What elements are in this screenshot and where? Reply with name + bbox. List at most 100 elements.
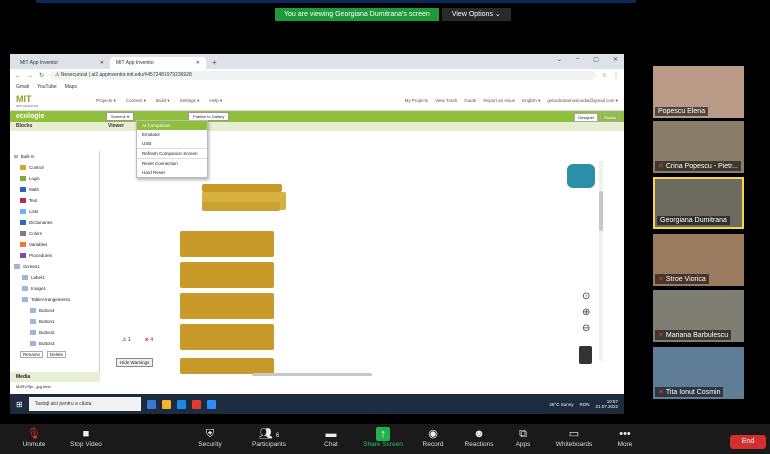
menu-refresh-companion[interactable]: Refresh Companion Screen [137, 148, 207, 158]
reload-icon[interactable]: ↻ [39, 72, 44, 79]
backpack-icon[interactable] [567, 164, 595, 188]
close-icon[interactable]: ✕ [196, 60, 200, 66]
folder-icon[interactable] [161, 399, 171, 409]
menu-projects[interactable]: Projects ▾ [96, 98, 116, 104]
more-button[interactable]: ••• More [612, 427, 638, 448]
blocks-workspace[interactable]: ⊙ ⊕ ⊖ ⚠ 1 ⊗ 4 Hide Warnings [102, 151, 622, 382]
view-options-button[interactable]: View Options ⌄ [441, 8, 511, 21]
language-label[interactable]: RON [579, 402, 589, 407]
edge-icon[interactable] [176, 399, 186, 409]
component-item[interactable]: TableArrangement1 [10, 294, 99, 305]
builtin-drawer-item[interactable]: Lists [10, 206, 99, 217]
builtin-tree[interactable]: ⊟ Built-in [10, 151, 99, 162]
menu-hard-reset[interactable]: Hard Reset [137, 168, 207, 177]
language-select[interactable]: English ▾ [522, 98, 540, 104]
browser-tab-active[interactable]: MIT App Inventor ✕ [110, 57, 206, 69]
clock[interactable]: 10:57 21.07.2022 [595, 399, 618, 409]
event-block[interactable] [202, 184, 282, 192]
builtin-drawer-item[interactable]: Colors [10, 228, 99, 239]
component-item[interactable]: Button1 [10, 316, 99, 327]
chevron-down-icon[interactable]: ⌄ [557, 56, 562, 63]
builtin-drawer-item[interactable]: Dictionaries [10, 217, 99, 228]
apps-button[interactable]: ⧉ Apps [510, 427, 536, 448]
minimize-icon[interactable]: – [576, 56, 579, 63]
trash-icon[interactable] [579, 346, 592, 364]
browser-tab[interactable]: MIT App Inventor ✕ [14, 57, 110, 69]
participant-tile[interactable]: ✕ Stroe Viorica [653, 234, 744, 286]
builtin-drawer-item[interactable]: Procedures [10, 250, 99, 261]
builtin-drawer-item[interactable]: Text [10, 195, 99, 206]
builtin-drawer-item[interactable]: Math [10, 184, 99, 195]
component-item[interactable]: Screen1 [10, 261, 99, 272]
component-item[interactable]: Image1 [10, 283, 99, 294]
record-button[interactable]: ◉ Record [418, 427, 448, 448]
delete-button[interactable]: Delete [47, 351, 67, 358]
event-block[interactable] [180, 262, 274, 288]
new-tab-button[interactable]: + [206, 57, 223, 69]
share-screen-button[interactable]: ↑ Share Screen [360, 427, 406, 448]
vertical-scrollbar[interactable] [599, 161, 603, 361]
chat-button[interactable]: ▬ Chat [316, 427, 346, 448]
menu-dots-icon[interactable]: ⋮ [613, 72, 619, 79]
star-icon[interactable]: ☆ [602, 72, 607, 79]
participant-tile[interactable]: Popescu Elena [653, 66, 744, 118]
horizontal-scrollbar[interactable] [252, 373, 372, 376]
target-icon[interactable]: ⊙ [582, 289, 590, 305]
menu-connect[interactable]: Connect ▾ [126, 98, 146, 104]
menu-ai-companion[interactable]: AI Companion [137, 121, 207, 130]
bookmark-maps[interactable]: Maps [65, 84, 77, 90]
reactions-button[interactable]: ☻ Reactions [460, 427, 498, 448]
menu-emulator[interactable]: Emulator [137, 130, 207, 139]
weather-label[interactable]: 26°C Sunny [549, 402, 573, 407]
event-block[interactable] [180, 324, 274, 350]
component-item[interactable]: Button3 [10, 338, 99, 349]
builtin-drawer-item[interactable]: Control [10, 162, 99, 173]
participant-tile-speaking[interactable]: Georgiana Dumitrana [653, 177, 744, 229]
blocks-button[interactable]: Blocks [600, 113, 620, 122]
zoom-in-icon[interactable]: ⊕ [582, 305, 590, 321]
builtin-drawer-item[interactable]: Variables [10, 239, 99, 250]
participant-tile[interactable]: ✕ Tita Ionut Cosmin [653, 347, 744, 399]
taskbar-search[interactable]: Tastați aici pentru a căuta [28, 397, 141, 411]
bookmark-gmail[interactable]: Gmail [16, 84, 29, 90]
open-screen-block[interactable] [202, 202, 280, 211]
address-bar[interactable]: ⚠ Nesecurizat | ai2.appinventor.mit.edu/… [50, 71, 596, 80]
zoom-out-icon[interactable]: ⊖ [582, 321, 590, 337]
participants-button[interactable]: 👥︎ 6 Participants [246, 427, 292, 448]
account-menu[interactable]: gebodnaramusiuodia@gmail.com ▾ [547, 98, 618, 104]
designer-button[interactable]: Designer [574, 113, 599, 122]
participant-tile[interactable]: ✕ Crina Popescu - Pietr... [653, 121, 744, 173]
menu-help[interactable]: Help ▾ [209, 98, 222, 104]
bookmark-youtube[interactable]: YouTube [37, 84, 57, 90]
hide-warnings-button[interactable]: Hide Warnings [116, 358, 154, 367]
component-item[interactable]: Button2 [10, 327, 99, 338]
report-issue-link[interactable]: Report an Issue [483, 98, 515, 104]
participant-tile[interactable]: ✕ Mariana Barbulescu [653, 290, 744, 342]
security-button[interactable]: ⛨ Security [190, 427, 230, 448]
view-trash-link[interactable]: View Trash [435, 98, 457, 104]
menu-settings[interactable]: Settings ▾ [180, 98, 200, 104]
stop-video-button[interactable]: ■ Stop Video [64, 427, 108, 448]
back-icon[interactable]: ← [15, 73, 21, 79]
menu-usb[interactable]: USB [137, 139, 207, 148]
close-icon[interactable]: ✕ [100, 60, 104, 66]
guide-link[interactable]: Guide [464, 98, 476, 104]
media-item[interactable]: M2RCRjn...jpg time [16, 384, 51, 389]
zoom-app-icon[interactable] [206, 399, 216, 409]
menu-reset-connection[interactable]: Reset Connection [137, 158, 207, 168]
component-item[interactable]: Label1 [10, 272, 99, 283]
maximize-icon[interactable]: ▢ [593, 56, 599, 63]
event-block[interactable] [180, 231, 274, 257]
builtin-drawer-item[interactable]: Logic [10, 173, 99, 184]
component-item[interactable]: Button4 [10, 305, 99, 316]
end-button[interactable]: End [730, 435, 766, 449]
chrome-icon[interactable] [191, 399, 201, 409]
close-window-icon[interactable]: ✕ [613, 56, 618, 63]
windows-start-icon[interactable]: ⊞ [16, 400, 23, 409]
menu-build[interactable]: Build ▾ [156, 98, 170, 104]
rename-button[interactable]: Rename [20, 351, 44, 358]
mit-logo[interactable]: MIT APP INVENTOR [16, 94, 96, 108]
forward-icon[interactable]: → [27, 73, 33, 79]
unmute-button[interactable]: 🎙︎ Unmute [14, 427, 54, 448]
taskbar-app-icon[interactable] [146, 399, 156, 409]
